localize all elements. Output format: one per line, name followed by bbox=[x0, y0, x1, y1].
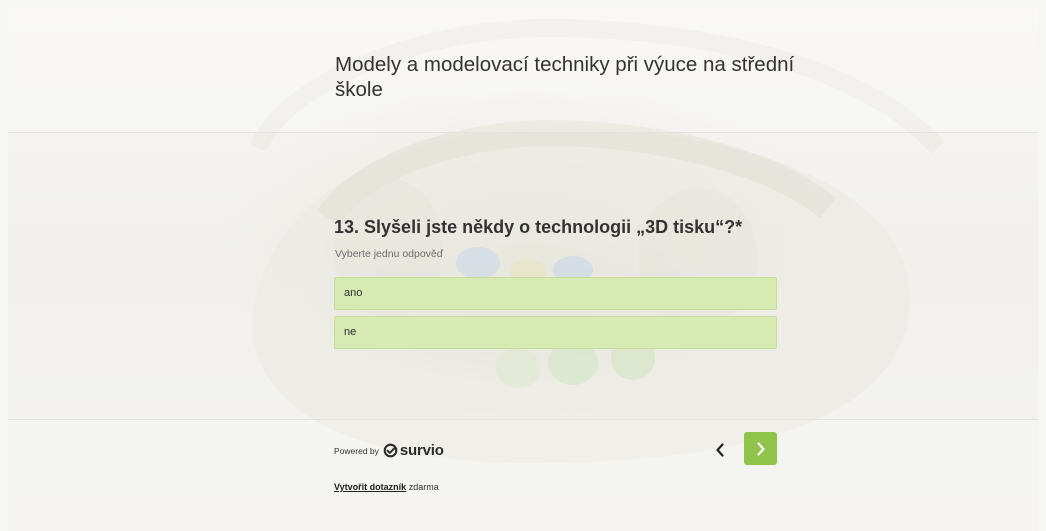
previous-button[interactable] bbox=[709, 438, 731, 462]
survio-logo[interactable]: survio bbox=[383, 442, 444, 459]
answer-option-ano[interactable]: ano bbox=[334, 277, 777, 310]
powered-by-label: Powered by bbox=[334, 445, 379, 456]
question-title: 13. Slyšeli jste někdy o technologii „3D… bbox=[334, 217, 743, 237]
chevron-right-icon bbox=[756, 441, 765, 456]
next-button[interactable] bbox=[744, 432, 777, 465]
answer-option-label: ne bbox=[344, 326, 357, 338]
survio-logo-text: survio bbox=[399, 442, 444, 459]
chevron-left-icon bbox=[716, 443, 724, 457]
footer bbox=[8, 419, 1038, 531]
powered-by: Powered by survio bbox=[334, 442, 444, 459]
create-survey-link[interactable]: Vytvořit dotazník bbox=[334, 482, 406, 492]
survey-title: Modely a modelovací techniky při výuce n… bbox=[335, 53, 795, 101]
survey-page: Modely a modelovací techniky při výuce n… bbox=[8, 8, 1038, 531]
question-hint: Vyberte jednu odpověď bbox=[335, 248, 444, 260]
create-survey-suffix: zdarma bbox=[406, 482, 439, 492]
survio-logo-icon bbox=[383, 443, 398, 458]
answer-option-label: ano bbox=[344, 287, 363, 299]
create-survey-line: Vytvořit dotazník zdarma bbox=[334, 482, 439, 492]
answer-option-ne[interactable]: ne bbox=[334, 316, 777, 349]
